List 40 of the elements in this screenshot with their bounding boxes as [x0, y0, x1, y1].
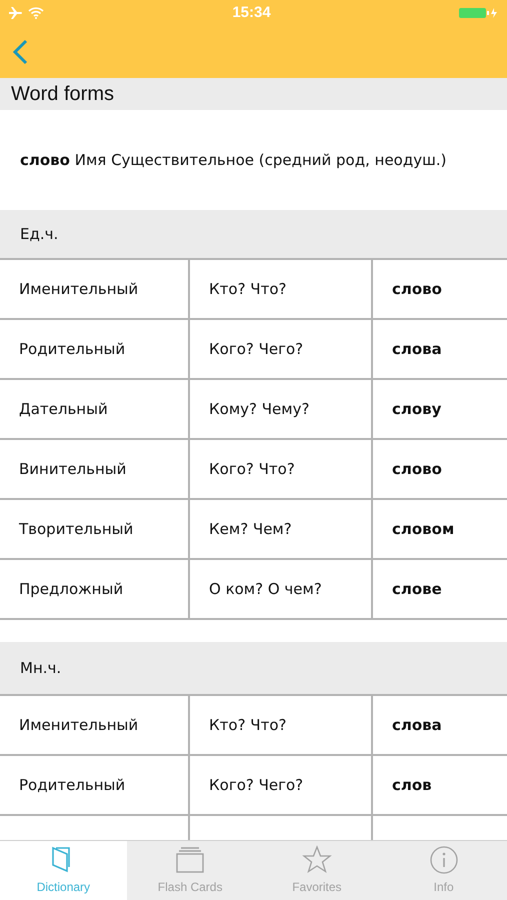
entry-description: слово Имя Существительное (средний род, неодуш.): [20, 150, 446, 171]
form-cell-text: слову: [392, 398, 442, 420]
section-heading: Мн.ч.: [20, 658, 62, 679]
cards-icon: [175, 845, 206, 875]
question-cell-text: Кто? Что?: [209, 278, 286, 300]
tab-bar-item[interactable]: Flash Cards: [126, 841, 254, 900]
tab-bar-item[interactable]: Dictionary: [0, 841, 127, 900]
battery-icon: [459, 7, 499, 19]
form-cell-text: слова: [392, 714, 442, 736]
case-cell-text: Родительный: [19, 774, 126, 796]
form-cell-text: словом: [392, 518, 454, 540]
case-cell-text: Творительный: [19, 518, 134, 540]
case-cell-text: Именительный: [19, 278, 138, 300]
question-cell-text: Кого? Чего?: [209, 338, 304, 360]
status-time: 15:34: [232, 2, 271, 23]
question-cell-text: Кем? Чем?: [209, 518, 292, 540]
question-cell-text: Кому? Чему?: [209, 398, 310, 420]
airplane-icon: [8, 7, 24, 19]
back-icon[interactable]: [12, 39, 28, 65]
case-cell-text: Дательный: [19, 398, 108, 420]
case-cell-text: Винительный: [19, 458, 126, 480]
form-cell-text: слов: [392, 774, 432, 796]
case-cell-text: Именительный: [19, 714, 138, 736]
star-icon: [302, 845, 332, 875]
question-cell-text: Кого? Чего?: [209, 774, 304, 796]
question-cell-text: О ком? О чем?: [209, 578, 322, 600]
question-cell-text: Кого? Что?: [209, 458, 295, 480]
info-icon: [428, 845, 459, 875]
form-cell-text: слове: [392, 578, 442, 600]
section-heading: Ед.ч.: [20, 224, 58, 245]
question-cell-text: Кто? Что?: [209, 714, 286, 736]
tab-bar-item[interactable]: Info: [380, 841, 507, 900]
tab-bar-item[interactable]: Favorites: [254, 841, 380, 900]
form-cell-text: слово: [392, 278, 442, 300]
case-cell-text: Родительный: [19, 338, 126, 360]
case-cell-text: Предложный: [19, 578, 124, 600]
form-cell-text: слова: [392, 338, 442, 360]
wifi-icon: [28, 7, 44, 19]
section-title: Word forms: [11, 82, 114, 107]
form-cell-text: слово: [392, 458, 442, 480]
